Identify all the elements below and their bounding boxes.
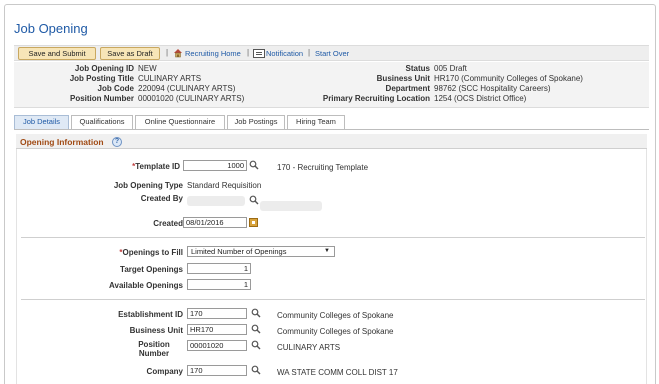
lookup-icon[interactable] bbox=[249, 160, 259, 170]
available-openings-label: Available Openings bbox=[109, 281, 183, 290]
tab-hiring-team[interactable]: Hiring Team bbox=[287, 115, 345, 129]
tab-qualifications[interactable]: Qualifications bbox=[71, 115, 133, 129]
lookup-icon[interactable] bbox=[251, 340, 261, 350]
target-openings-input[interactable] bbox=[187, 263, 251, 274]
template-id-input[interactable] bbox=[183, 160, 247, 171]
lookup-icon[interactable] bbox=[251, 308, 261, 318]
department-label: Department bbox=[385, 84, 430, 93]
toolbar: Save and Submit Save as Draft | Recruiti… bbox=[14, 45, 649, 61]
company-label: Company bbox=[146, 367, 183, 376]
business-unit-field-label: Business Unit bbox=[129, 326, 183, 335]
page-title: Job Opening bbox=[14, 21, 88, 36]
chevron-down-icon: ▼ bbox=[324, 248, 330, 254]
notification-icon bbox=[253, 49, 265, 58]
created-by-name bbox=[260, 201, 322, 211]
company-description: WA STATE COMM COLL DIST 17 bbox=[277, 368, 398, 377]
toolbar-separator: | bbox=[308, 48, 311, 57]
primary-recruiting-location-value: 1254 (OCS District Office) bbox=[434, 94, 527, 103]
department-value: 98762 (SCC Hospitality Careers) bbox=[434, 84, 551, 93]
tab-underline bbox=[14, 129, 649, 130]
section-divider bbox=[21, 237, 645, 238]
job-code-label: Job Code bbox=[97, 84, 134, 93]
save-and-submit-button[interactable]: Save and Submit bbox=[18, 47, 96, 60]
business-unit-value: HR170 (Community Colleges of Spokane) bbox=[434, 74, 583, 83]
tab-job-postings[interactable]: Job Postings bbox=[227, 115, 285, 129]
company-input[interactable] bbox=[187, 365, 247, 376]
job-posting-title-label: Job Posting Title bbox=[69, 74, 134, 83]
lookup-icon[interactable] bbox=[249, 195, 259, 205]
position-number-input[interactable] bbox=[187, 340, 247, 351]
available-openings-input[interactable] bbox=[187, 279, 251, 290]
job-opening-id-label: Job Opening ID bbox=[74, 64, 134, 73]
notification-link[interactable]: Notification bbox=[266, 49, 303, 58]
position-number-label: Position Number bbox=[69, 94, 134, 103]
job-opening-type-value: Standard Requisition bbox=[187, 181, 262, 190]
save-as-draft-button[interactable]: Save as Draft bbox=[100, 47, 160, 60]
template-id-description: 170 - Recruiting Template bbox=[277, 163, 369, 172]
business-unit-description: Community Colleges of Spokane bbox=[277, 327, 394, 336]
home-icon bbox=[174, 49, 182, 58]
establishment-id-label: Establishment ID bbox=[118, 310, 183, 319]
status-label: Status bbox=[405, 64, 430, 73]
created-by-value bbox=[187, 196, 245, 206]
business-unit-label: Business Unit bbox=[376, 74, 430, 83]
establishment-id-description: Community Colleges of Spokane bbox=[277, 311, 394, 320]
establishment-id-input[interactable] bbox=[187, 308, 247, 319]
section-divider bbox=[21, 299, 645, 300]
position-number-description: CULINARY ARTS bbox=[277, 343, 341, 352]
position-number-value: 00001020 (CULINARY ARTS) bbox=[138, 94, 245, 103]
job-opening-type-label: Job Opening Type bbox=[113, 181, 183, 190]
job-opening-id-value: NEW bbox=[138, 64, 157, 73]
status-value: 005 Draft bbox=[434, 64, 467, 73]
openings-to-fill-label: *Openings to Fill bbox=[119, 248, 183, 257]
template-id-label: *Template ID bbox=[132, 162, 180, 171]
created-date-input[interactable] bbox=[183, 217, 247, 228]
help-icon[interactable]: ? bbox=[112, 137, 122, 147]
toolbar-separator: | bbox=[166, 48, 169, 57]
openings-to-fill-value: Limited Number of Openings bbox=[191, 247, 287, 256]
tab-job-details[interactable]: Job Details bbox=[14, 115, 69, 129]
job-summary: Job Opening ID NEW Job Posting Title CUL… bbox=[14, 62, 649, 108]
job-posting-title-value: CULINARY ARTS bbox=[138, 74, 202, 83]
target-openings-label: Target Openings bbox=[120, 265, 183, 274]
start-over-link[interactable]: Start Over bbox=[315, 49, 349, 58]
position-number-field-label: Position Number bbox=[138, 340, 170, 358]
job-code-value: 220094 (CULINARY ARTS) bbox=[138, 84, 236, 93]
openings-to-fill-select[interactable]: Limited Number of Openings ▼ bbox=[187, 246, 335, 257]
recruiting-home-link[interactable]: Recruiting Home bbox=[185, 49, 241, 58]
toolbar-separator: | bbox=[247, 48, 250, 57]
lookup-icon[interactable] bbox=[251, 324, 261, 334]
lookup-icon[interactable] bbox=[251, 365, 261, 375]
section-title: Opening Information bbox=[20, 137, 104, 147]
app-window: Job Opening Save and Submit Save as Draf… bbox=[4, 4, 656, 384]
calendar-icon[interactable] bbox=[249, 218, 258, 227]
business-unit-input[interactable] bbox=[187, 324, 247, 335]
tab-online-questionnaire[interactable]: Online Questionnaire bbox=[135, 115, 225, 129]
created-by-label: Created By bbox=[140, 194, 183, 203]
created-label: Created bbox=[153, 219, 183, 228]
opening-information-header: Opening Information ? bbox=[16, 134, 647, 149]
primary-recruiting-location-label: Primary Recruiting Location bbox=[322, 94, 430, 103]
